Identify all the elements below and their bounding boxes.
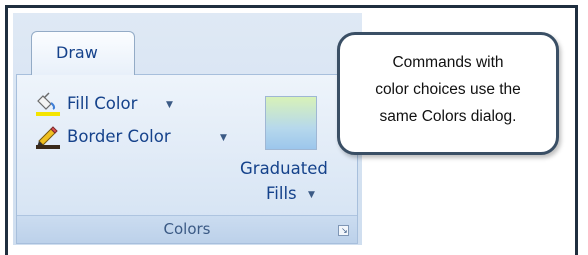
- border-color-label: Border Color: [67, 127, 171, 146]
- paint-bucket-icon: [36, 92, 60, 116]
- tab-draw[interactable]: Draw: [31, 31, 135, 75]
- tab-draw-label: Draw: [56, 43, 98, 62]
- callout-line: same Colors dialog.: [379, 108, 517, 125]
- callout-text: Commands with color choices use the same…: [340, 49, 556, 130]
- graduated-fills-label-line2: Fills: [266, 184, 297, 203]
- group-footer: Colors ↘: [17, 215, 357, 243]
- group-label: Colors: [163, 220, 211, 238]
- border-color-button[interactable]: Border Color ▼: [35, 125, 235, 149]
- fill-color-button[interactable]: Fill Color ▼: [35, 92, 215, 116]
- callout-line: Commands with: [392, 54, 504, 71]
- callout-line: color choices use the: [375, 81, 521, 98]
- dialog-launcher-button[interactable]: ↘: [338, 225, 349, 236]
- chevron-down-icon: ▼: [220, 133, 227, 143]
- callout-box: Commands with color choices use the same…: [337, 32, 559, 155]
- graduated-fills-label-line1: Graduated: [240, 159, 328, 178]
- launcher-arrow-icon: ↘: [341, 226, 348, 235]
- fill-color-label: Fill Color: [67, 94, 138, 113]
- pencil-icon: [36, 126, 60, 149]
- graduated-fills-button[interactable]: [265, 96, 317, 150]
- chevron-down-icon: ▼: [166, 100, 173, 110]
- chevron-down-icon: ▼: [308, 190, 315, 200]
